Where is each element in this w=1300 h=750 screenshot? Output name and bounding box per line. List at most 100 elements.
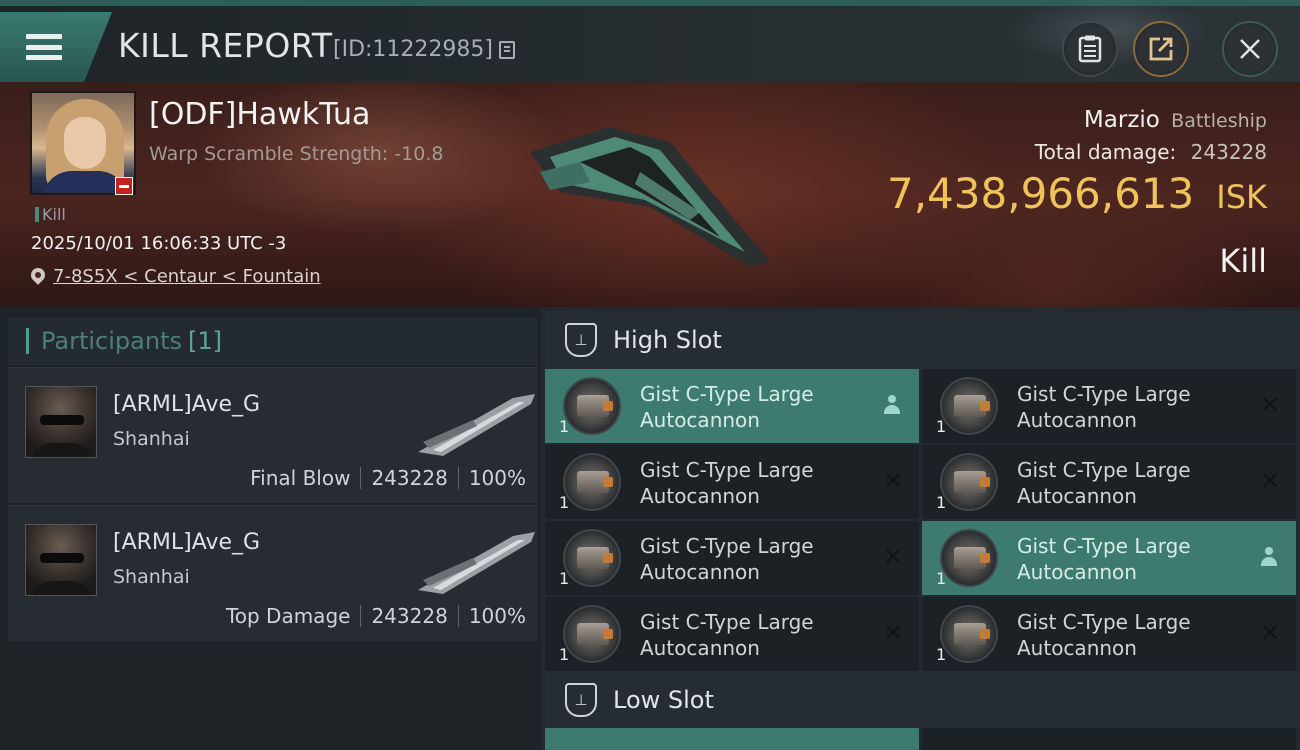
participant-ship: Shanhai [113, 566, 190, 588]
close-x-icon: ✕ [1259, 391, 1281, 419]
isk-unit: ISK [1216, 178, 1267, 216]
page-title: KILL REPORT [118, 26, 333, 65]
participant-stats: Top Damage 243228 100% [226, 604, 526, 628]
kill-timestamp: 2025/10/01 16:06:33 UTC -3 [31, 233, 287, 254]
victim-banner: [ODF]HawkTua Warp Scramble Strength: -10… [0, 82, 1300, 307]
person-icon [883, 395, 901, 415]
close-icon [1240, 39, 1260, 59]
autocannon-icon [563, 377, 621, 435]
participant-name[interactable]: [ARML]Ave_G [113, 530, 260, 555]
fitting-panel: ⊥ High Slot 1 Gist C-Type Large Autocanno… [541, 307, 1300, 750]
module-slot[interactable]: 1 Gist C-Type Large Autocannon [545, 369, 919, 443]
victim-ship-class: Battleship [1171, 110, 1267, 132]
victim-ship: Marzio Battleship [1084, 107, 1267, 133]
participant-role: Final Blow [250, 466, 351, 490]
participant-ship-image [418, 394, 535, 456]
high-slot-icon: ⊥ [565, 323, 597, 357]
high-slot-title: High Slot [613, 326, 722, 354]
module-slot[interactable]: 1 Gist C-Type Large Autocannon ✕ [545, 445, 919, 519]
module-slot[interactable]: 1 Gist C-Type Large Autocannon ✕ [922, 597, 1296, 671]
person-icon [1260, 547, 1278, 567]
report-id: [ID:11222985] [333, 37, 515, 62]
participant-avatar[interactable] [25, 386, 97, 458]
low-slot-header: ⊥ Low Slot [545, 671, 1300, 729]
victim-name[interactable]: [ODF]HawkTua [149, 97, 370, 132]
total-damage-value: 243228 [1190, 140, 1267, 164]
copy-icon[interactable] [498, 40, 515, 59]
module-name: Gist C-Type Large Autocannon [1017, 382, 1191, 432]
result-label: Kill [1219, 242, 1267, 280]
participant-damage: 243228 [371, 604, 448, 628]
module-slot[interactable]: 1 Gist C-Type Large Autocannon ✕ [922, 369, 1296, 443]
close-button[interactable] [1222, 21, 1278, 77]
participant-role: Top Damage [225, 604, 351, 628]
kill-tag: Kill [35, 205, 66, 224]
isk-value: 7,438,966,613 ISK [887, 169, 1267, 218]
participants-panel: Participants [1] [ARML]Ave_G Shanhai Fin… [0, 307, 541, 750]
menu-icon [26, 34, 62, 60]
total-damage-label: Total damage: [1034, 140, 1177, 164]
module-name: Gist C-Type Large Autocannon [1017, 458, 1191, 508]
participant-row[interactable]: [ARML]Ave_G Shanhai Top Damage 243228 10… [8, 505, 538, 641]
module-name: Gist C-Type Large Autocannon [640, 458, 814, 508]
module-quantity: 1 [936, 493, 947, 512]
close-x-icon: ✕ [1259, 467, 1281, 495]
participant-avatar[interactable] [25, 524, 97, 596]
share-icon [1149, 37, 1173, 61]
module-slot[interactable]: 1 Gist C-Type Large Autocannon ✕ [545, 597, 919, 671]
autocannon-icon [563, 453, 621, 511]
module-name: Gist C-Type Large Autocannon [1017, 610, 1191, 660]
module-quantity: 1 [936, 645, 947, 664]
participant-damage: 243228 [371, 466, 448, 490]
high-slot-header: ⊥ High Slot [545, 311, 1300, 369]
module-quantity: 1 [936, 569, 947, 588]
menu-button[interactable] [0, 12, 112, 82]
participant-ship-image [418, 532, 535, 594]
module-quantity: 1 [559, 493, 570, 512]
module-slot[interactable]: 1 Gist C-Type Large Autocannon [922, 521, 1296, 595]
clipboard-button[interactable] [1062, 21, 1118, 77]
autocannon-icon [563, 529, 621, 587]
share-button[interactable] [1133, 21, 1189, 77]
low-slot-title: Low Slot [613, 686, 714, 714]
module-name: Gist C-Type Large Autocannon [640, 610, 814, 660]
participants-count: [1] [187, 327, 222, 355]
module-quantity: 1 [559, 417, 570, 436]
module-quantity: 1 [936, 417, 947, 436]
module-slot[interactable] [545, 728, 919, 750]
header-bar: KILL REPORT [ID:11222985] [0, 0, 1300, 82]
location-link[interactable]: 7-8S5X < Centaur < Fountain [53, 266, 321, 287]
kill-location[interactable]: 7-8S5X < Centaur < Fountain [31, 266, 321, 287]
clipboard-icon [1078, 35, 1102, 63]
autocannon-icon [940, 453, 998, 511]
participants-title: Participants [41, 327, 182, 355]
participant-row[interactable]: [ARML]Ave_G Shanhai Final Blow 243228 10… [8, 367, 538, 503]
module-name: Gist C-Type Large Autocannon [1017, 534, 1191, 584]
participant-percent: 100% [468, 604, 526, 628]
standing-badge [115, 177, 133, 195]
module-quantity: 1 [559, 645, 570, 664]
isk-amount: 7,438,966,613 [886, 169, 1195, 218]
module-slot[interactable]: 1 Gist C-Type Large Autocannon ✕ [545, 521, 919, 595]
close-x-icon: ✕ [882, 543, 904, 571]
participant-stats: Final Blow 243228 100% [250, 466, 526, 490]
victim-ship-image [530, 127, 770, 267]
participant-ship: Shanhai [113, 428, 190, 450]
participant-percent: 100% [468, 466, 526, 490]
participant-name[interactable]: [ARML]Ave_G [113, 392, 260, 417]
module-quantity: 1 [559, 569, 570, 588]
location-pin-icon [31, 268, 45, 286]
total-damage: Total damage: 243228 [1035, 140, 1267, 164]
warp-scramble-strength: Warp Scramble Strength: -10.8 [149, 143, 444, 165]
autocannon-icon [563, 605, 621, 663]
module-name: Gist C-Type Large Autocannon [640, 382, 814, 432]
autocannon-icon [940, 605, 998, 663]
report-id-text: [ID:11222985] [333, 37, 493, 62]
low-slot-icon: ⊥ [565, 683, 597, 717]
module-slot[interactable]: 1 Gist C-Type Large Autocannon ✕ [922, 445, 1296, 519]
close-x-icon: ✕ [882, 619, 904, 647]
victim-ship-name[interactable]: Marzio [1084, 107, 1160, 133]
module-slot[interactable] [922, 728, 1296, 750]
module-name: Gist C-Type Large Autocannon [640, 534, 814, 584]
participants-header: Participants [1] [8, 317, 538, 365]
